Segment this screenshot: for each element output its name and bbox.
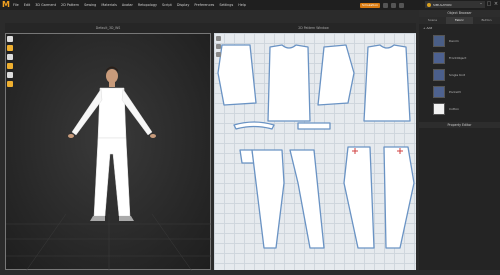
- measure-icon[interactable]: [7, 81, 13, 87]
- view2d-toolbar: [216, 36, 224, 60]
- menu-sewing[interactable]: Sewing: [84, 0, 96, 10]
- transform-icon[interactable]: [216, 36, 221, 41]
- add-fabric-button[interactable]: + Add: [419, 24, 500, 32]
- fabric-name: Cotton: [449, 106, 460, 111]
- mode-icon: [427, 2, 431, 7]
- property-editor-title: Property Editor: [419, 122, 500, 128]
- select-icon[interactable]: [7, 36, 13, 42]
- tab-fabric[interactable]: Fabric: [446, 17, 473, 24]
- share-icon[interactable]: [398, 2, 404, 8]
- fabric-swatch: [433, 51, 445, 64]
- pattern-pants-front-right: [289, 149, 325, 249]
- menu-materials[interactable]: Materials: [101, 0, 117, 10]
- fabric-swatch: [433, 102, 445, 115]
- menu-2d-pattern[interactable]: 2D Pattern: [61, 0, 79, 10]
- top-toolbar: Simulation: [360, 1, 404, 9]
- pattern-front-shirt: [267, 44, 311, 122]
- fabric-name: Pocket3: [449, 89, 461, 94]
- mode-selector[interactable]: SIMULATION: [425, 1, 485, 8]
- right-panel: Object Browser Scene Fabric Button + Add…: [419, 10, 500, 270]
- fabric-item[interactable]: Single Knit: [419, 66, 500, 83]
- tab-button[interactable]: Button: [473, 17, 500, 24]
- tab-scene[interactable]: Scene: [419, 17, 446, 24]
- pattern-waistband: [297, 122, 331, 130]
- view3d-toolbar: [7, 36, 15, 90]
- move-icon[interactable]: [7, 45, 13, 51]
- avatar-model[interactable]: [6, 34, 212, 272]
- fabric-item[interactable]: Cotton: [419, 100, 500, 117]
- view2d-title: 2D Pattern Window: [211, 23, 416, 33]
- layout-icon[interactable]: [390, 2, 396, 8]
- fabric-name: Denim: [449, 38, 459, 43]
- view3d-viewport[interactable]: [5, 33, 212, 272]
- simulation-toggle[interactable]: Simulation: [360, 2, 380, 8]
- maximize-button[interactable]: □: [486, 1, 492, 8]
- pattern-pants-front-left: [251, 149, 285, 249]
- menu-help[interactable]: Help: [238, 0, 246, 10]
- menu-settings[interactable]: Settings: [219, 0, 233, 10]
- fabric-swatch: [433, 68, 445, 81]
- menu-retopology[interactable]: Retopology: [138, 0, 157, 10]
- pattern-back-shirt: [363, 44, 411, 122]
- mode-label: SIMULATION: [433, 2, 452, 7]
- floor-grid: [6, 213, 212, 272]
- fold-icon[interactable]: [7, 63, 13, 69]
- fabric-item[interactable]: Pocket3: [419, 83, 500, 100]
- pattern-collar: [233, 121, 275, 130]
- menu-display[interactable]: Display: [177, 0, 190, 10]
- pattern-pieces[interactable]: [214, 33, 416, 270]
- fabric-swatch: [433, 85, 445, 98]
- tape-icon[interactable]: [7, 72, 13, 78]
- close-button[interactable]: ×: [493, 1, 499, 8]
- minimize-button[interactable]: –: [478, 1, 484, 8]
- menu-avatar[interactable]: Avatar: [122, 0, 133, 10]
- object-browser-title: Object Browser: [419, 10, 500, 17]
- fabric-name: FrontObject: [449, 55, 467, 60]
- menu-bar: M File Edit 3D Garment 2D Pattern Sewing…: [0, 0, 500, 10]
- pattern-sleeve-right: [317, 44, 355, 106]
- menu-preferences[interactable]: Preferences: [194, 0, 214, 10]
- menu-script[interactable]: Script: [162, 0, 172, 10]
- fabric-swatch: [433, 34, 445, 47]
- view2d-viewport[interactable]: [214, 33, 416, 270]
- fabric-item[interactable]: FrontObject: [419, 49, 500, 66]
- menu-edit[interactable]: Edit: [24, 0, 31, 10]
- fabric-item[interactable]: Denim: [419, 32, 500, 49]
- pin-icon[interactable]: [7, 54, 13, 60]
- menu-list: File Edit 3D Garment 2D Pattern Sewing M…: [13, 0, 246, 10]
- object-browser-tabs: Scene Fabric Button: [419, 17, 500, 24]
- menu-3d-garment[interactable]: 3D Garment: [35, 0, 56, 10]
- menu-file[interactable]: File: [13, 0, 19, 10]
- edit-point-icon[interactable]: [216, 44, 221, 49]
- fabric-name: Single Knit: [449, 72, 466, 77]
- app-logo: M: [2, 0, 10, 9]
- record-icon[interactable]: [382, 2, 388, 8]
- pattern-pants-back-right: [383, 146, 415, 249]
- view3d-title: Default_3D_WS: [5, 23, 211, 33]
- pattern-pants-back-left: [343, 146, 375, 249]
- polygon-icon[interactable]: [216, 52, 221, 57]
